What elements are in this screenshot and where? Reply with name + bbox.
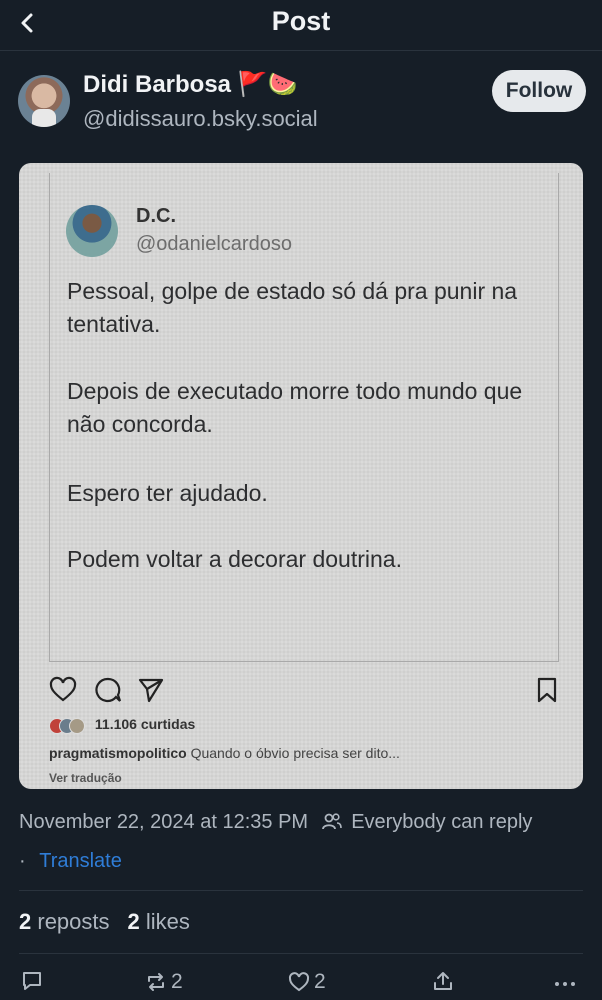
share-button[interactable] bbox=[432, 970, 454, 992]
caption-user: pragmatismopolitico bbox=[49, 745, 187, 761]
author-name-text: Didi Barbosa bbox=[83, 71, 232, 98]
author-handle[interactable]: @didissauro.bsky.social bbox=[83, 106, 318, 132]
repost-icon bbox=[145, 971, 167, 993]
ellipsis-icon bbox=[553, 970, 577, 992]
post-meta: November 22, 2024 at 12:35 PM Everybody … bbox=[19, 811, 532, 834]
reply-setting: Everybody can reply bbox=[321, 811, 533, 833]
bookmark-icon bbox=[533, 676, 561, 704]
more-options-button[interactable] bbox=[553, 970, 577, 992]
likes-text: 11.106 curtidas bbox=[94, 716, 196, 732]
author-emojis: 🚩🍉 bbox=[237, 71, 298, 98]
see-translation-text: Ver tradução bbox=[49, 771, 122, 785]
tweet-author-handle: @odanielcardoso bbox=[136, 233, 292, 255]
like-count: 2 bbox=[314, 970, 326, 993]
divider bbox=[19, 890, 583, 891]
tweet-author-avatar bbox=[66, 205, 118, 257]
top-bar: Post bbox=[0, 0, 602, 51]
tweet-paragraph: Depois de executado morre todo mundo que… bbox=[67, 378, 523, 437]
caption-text: Quando o óbvio precisa ser dito... bbox=[190, 745, 400, 761]
tweet-paragraph: Espero ter ajudado. bbox=[67, 480, 268, 506]
translate-row: · Translate bbox=[19, 850, 122, 873]
repost-count: 2 bbox=[171, 970, 183, 993]
reply-setting-text: Everybody can reply bbox=[351, 811, 533, 833]
reposts-label: reposts bbox=[37, 909, 110, 934]
engagement-stats: 2 reposts 2 likes bbox=[19, 909, 190, 935]
tweet-paragraph: Pessoal, golpe de estado só dá pra punir… bbox=[67, 278, 518, 337]
share-icon bbox=[432, 970, 454, 992]
like-button[interactable]: 2 bbox=[288, 970, 326, 994]
reposts-count: 2 bbox=[19, 909, 32, 934]
comment-icon bbox=[94, 676, 122, 704]
liker-avatars bbox=[49, 718, 87, 735]
post-timestamp: November 22, 2024 at 12:35 PM bbox=[19, 811, 309, 833]
send-icon bbox=[137, 676, 165, 704]
likes-count-stat: 2 bbox=[127, 909, 140, 934]
likes-label: likes bbox=[145, 909, 190, 934]
divider bbox=[19, 953, 583, 954]
page-title: Post bbox=[271, 6, 331, 36]
people-icon bbox=[321, 812, 342, 830]
tweet-paragraph: Podem voltar a decorar doutrina. bbox=[67, 546, 402, 572]
author-display-name[interactable]: Didi Barbosa 🚩🍉 bbox=[83, 70, 297, 99]
reply-button[interactable] bbox=[21, 970, 43, 992]
post-action-bar: 2 2 bbox=[0, 970, 602, 1000]
post-image[interactable]: D.C. @odanielcardoso Pessoal, golpe de e… bbox=[19, 163, 583, 789]
follow-button[interactable]: Follow bbox=[492, 70, 586, 112]
likes-count: 11.106 curtidas bbox=[49, 716, 196, 735]
likes-stat[interactable]: 2 likes bbox=[128, 909, 190, 934]
translate-link[interactable]: Translate bbox=[39, 850, 122, 872]
repost-button[interactable]: 2 bbox=[145, 970, 183, 994]
post-author: Didi Barbosa 🚩🍉 @didissauro.bsky.social … bbox=[18, 70, 586, 140]
reposts-stat[interactable]: 2 reposts bbox=[19, 909, 110, 934]
reply-icon bbox=[21, 970, 43, 992]
tweet-author-name: D.C. bbox=[136, 205, 176, 227]
avatar[interactable] bbox=[18, 75, 70, 127]
heart-icon bbox=[288, 971, 310, 993]
separator-dot: · bbox=[19, 850, 26, 872]
image-caption: pragmatismopolitico Quando o óbvio preci… bbox=[49, 745, 400, 761]
heart-icon bbox=[49, 676, 77, 704]
